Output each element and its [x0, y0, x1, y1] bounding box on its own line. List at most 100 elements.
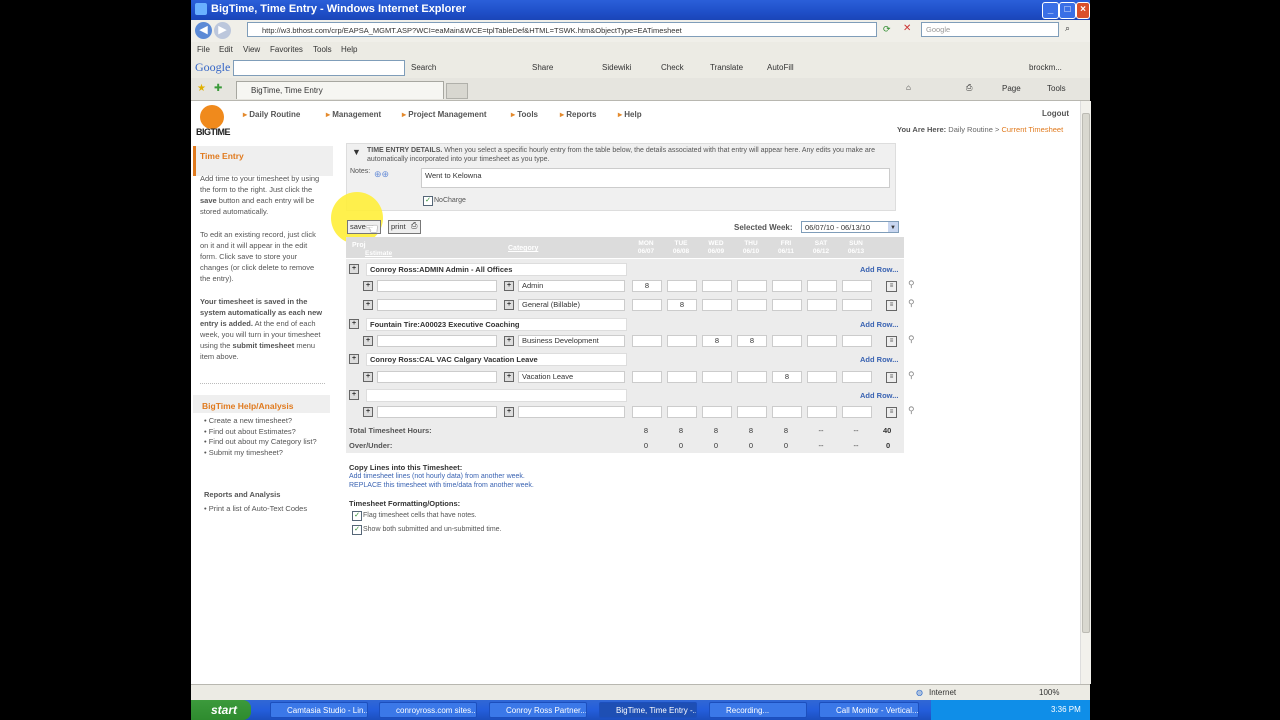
note-icon[interactable]: ≡	[886, 300, 897, 311]
note-icon[interactable]: ≡	[886, 372, 897, 383]
hours-cell[interactable]	[807, 335, 837, 347]
logout-link[interactable]: Logout	[1042, 109, 1069, 118]
category-expand-icon[interactable]: +	[504, 300, 514, 310]
hours-cell[interactable]	[772, 406, 802, 418]
nocharge-checkbox[interactable]: ✓	[423, 196, 433, 206]
hours-cell[interactable]: 8	[772, 371, 802, 383]
help-link-create[interactable]: • Create a new timesheet?	[204, 416, 324, 427]
task-recording[interactable]: Recording...	[709, 702, 807, 718]
tab-bigtime[interactable]: BigTime, Time Entry	[236, 81, 444, 99]
col-category[interactable]: Category	[508, 245, 538, 252]
group-expand-icon[interactable]: +	[349, 264, 359, 274]
nav-project-management[interactable]: Project Management	[402, 110, 486, 119]
print-icon[interactable]: ⎙	[966, 83, 972, 93]
zoom-level[interactable]: 100%	[1039, 688, 1059, 697]
tools-menu[interactable]: Tools	[1047, 84, 1066, 93]
estimate-input[interactable]	[377, 406, 497, 418]
google-search-button[interactable]: Search	[411, 63, 436, 72]
menu-view[interactable]: View	[243, 45, 260, 54]
minimize-button[interactable]: _	[1042, 2, 1059, 19]
hours-cell[interactable]	[702, 406, 732, 418]
page-menu[interactable]: Page	[1002, 84, 1021, 93]
key-icon[interactable]: ⚲	[908, 334, 915, 345]
category-input[interactable]: Admin	[518, 280, 625, 292]
breadcrumb-daily-routine[interactable]: Daily Routine	[948, 125, 993, 134]
vertical-scrollbar[interactable]	[1080, 101, 1091, 684]
hours-cell[interactable]	[772, 280, 802, 292]
hours-cell[interactable]: 8	[702, 335, 732, 347]
note-icon[interactable]: ≡	[886, 281, 897, 292]
hours-cell[interactable]: 8	[667, 299, 697, 311]
maximize-button[interactable]: □	[1059, 2, 1076, 19]
hours-cell[interactable]	[702, 299, 732, 311]
task-call-monitor[interactable]: Call Monitor - Vertical...	[819, 702, 919, 718]
add-row-link[interactable]: Add Row...	[860, 391, 898, 400]
category-expand-icon[interactable]: +	[504, 372, 514, 382]
start-button[interactable]: start	[191, 700, 251, 720]
check-button[interactable]: Check	[661, 63, 684, 72]
category-expand-icon[interactable]: +	[504, 336, 514, 346]
window-title-bar[interactable]: BigTime, Time Entry - Windows Internet E…	[191, 0, 1090, 20]
close-button[interactable]: ×	[1076, 2, 1090, 19]
hours-cell[interactable]	[842, 371, 872, 383]
estimate-input[interactable]	[377, 335, 497, 347]
notes-zoom-icon[interactable]: ⊕⊕	[374, 169, 389, 180]
hours-cell[interactable]	[632, 406, 662, 418]
show-submitted-checkbox[interactable]: ✓	[352, 525, 362, 535]
add-favorites-icon[interactable]: ✚	[214, 83, 222, 94]
help-link-category[interactable]: • Find out about my Category list?	[204, 437, 324, 448]
hours-cell[interactable]	[667, 335, 697, 347]
hours-cell[interactable]	[842, 299, 872, 311]
estimate-input[interactable]	[377, 280, 497, 292]
back-button[interactable]: ◀	[195, 22, 212, 39]
forward-button[interactable]: ▶	[214, 22, 231, 39]
category-input[interactable]: Business Development	[518, 335, 625, 347]
menu-tools[interactable]: Tools	[313, 45, 332, 54]
group-expand-icon[interactable]: +	[349, 319, 359, 329]
row-expand-icon[interactable]: +	[363, 281, 373, 291]
hours-cell[interactable]: 8	[632, 280, 662, 292]
row-expand-icon[interactable]: +	[363, 372, 373, 382]
hours-cell[interactable]	[737, 406, 767, 418]
category-input[interactable]	[518, 406, 625, 418]
nav-tools[interactable]: Tools	[511, 110, 538, 119]
estimate-input[interactable]	[377, 299, 497, 311]
nav-reports[interactable]: Reports	[560, 110, 596, 119]
row-expand-icon[interactable]: +	[363, 336, 373, 346]
nav-daily-routine[interactable]: Daily Routine	[243, 110, 300, 119]
add-row-link[interactable]: Add Row...	[860, 355, 898, 364]
menu-favorites[interactable]: Favorites	[270, 45, 303, 54]
flag-notes-checkbox[interactable]: ✓	[352, 511, 362, 521]
category-input[interactable]: Vacation Leave	[518, 371, 625, 383]
hours-cell[interactable]	[632, 299, 662, 311]
menu-help[interactable]: Help	[341, 45, 357, 54]
hours-cell[interactable]	[842, 406, 872, 418]
search-input[interactable]: Google	[921, 22, 1059, 37]
key-icon[interactable]: ⚲	[908, 370, 915, 381]
hours-cell[interactable]: 8	[737, 335, 767, 347]
hours-cell[interactable]	[737, 299, 767, 311]
menu-file[interactable]: File	[197, 45, 210, 54]
notes-textarea[interactable]: Went to Kelowna	[421, 168, 890, 188]
hours-cell[interactable]	[772, 335, 802, 347]
scroll-thumb[interactable]	[1082, 113, 1090, 633]
copy-add-link[interactable]: Add timesheet lines (not hourly data) fr…	[349, 473, 525, 480]
key-icon[interactable]: ⚲	[908, 405, 915, 416]
translate-button[interactable]: Translate	[710, 63, 743, 72]
col-project[interactable]: Proj	[352, 242, 366, 249]
autofill-button[interactable]: AutoFill	[767, 63, 794, 72]
refresh-icon[interactable]: ⟳	[883, 24, 891, 35]
search-icon[interactable]: ⌕	[1065, 23, 1070, 34]
category-expand-icon[interactable]: +	[504, 407, 514, 417]
hours-cell[interactable]	[807, 299, 837, 311]
home-icon[interactable]: ⌂	[906, 83, 911, 92]
menu-edit[interactable]: Edit	[219, 45, 233, 54]
category-expand-icon[interactable]: +	[504, 281, 514, 291]
hours-cell[interactable]	[807, 371, 837, 383]
add-row-link[interactable]: Add Row...	[860, 265, 898, 274]
add-row-link[interactable]: Add Row...	[860, 320, 898, 329]
chevron-down-icon[interactable]: ▼	[888, 222, 898, 232]
google-user[interactable]: brockm...	[1029, 63, 1062, 72]
hours-cell[interactable]	[632, 335, 662, 347]
nav-help[interactable]: Help	[618, 110, 641, 119]
